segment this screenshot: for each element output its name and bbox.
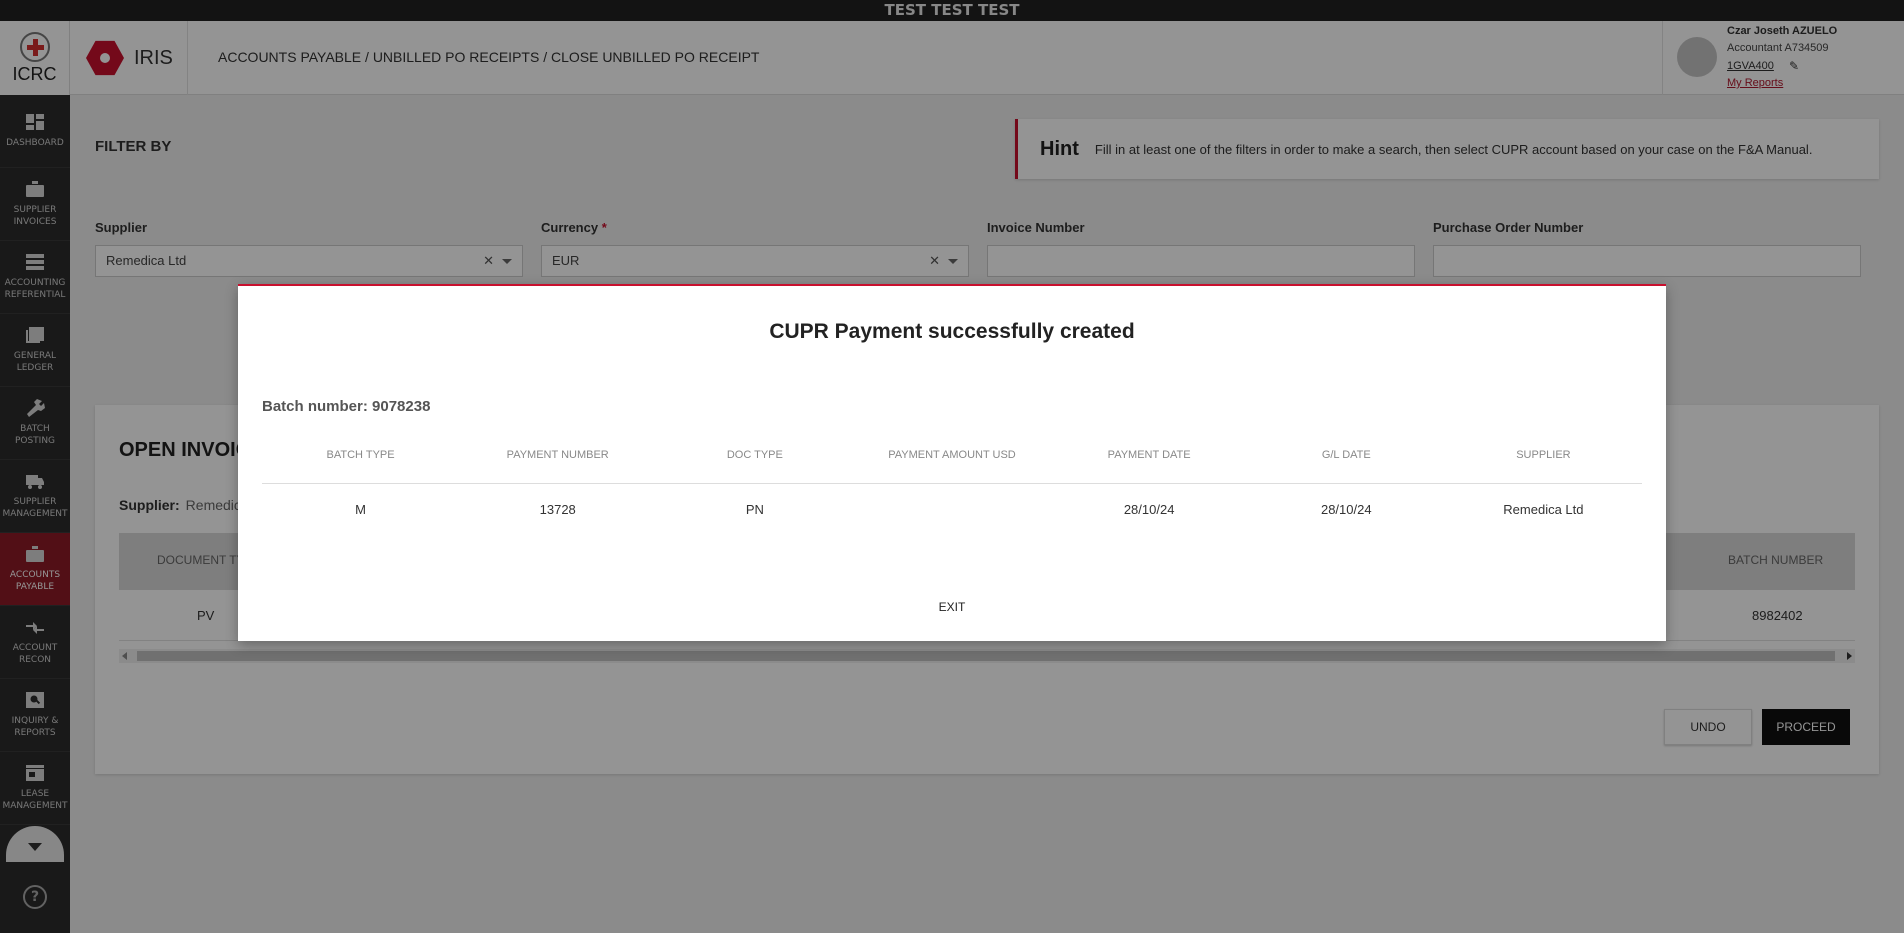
- table-row: M 13728 PN 28/10/24 28/10/24 Remedica Lt…: [262, 484, 1642, 536]
- cell-supplier: Remedica Ltd: [1503, 502, 1584, 517]
- payment-table: BATCH TYPE PAYMENT NUMBER DOC TYPE PAYME…: [262, 444, 1642, 536]
- column-header-batch-type: BATCH TYPE: [326, 449, 395, 461]
- cell-payment-date: 28/10/24: [1123, 502, 1175, 517]
- modal-title: CUPR Payment successfully created: [769, 320, 1135, 343]
- batch-number-text: Batch number: 9078238: [262, 398, 431, 415]
- column-header-payment-amount: PAYMENT AMOUNT USD: [888, 449, 1016, 461]
- payment-table-header: BATCH TYPE PAYMENT NUMBER DOC TYPE PAYME…: [262, 444, 1642, 484]
- cell-gl-date: 28/10/24: [1320, 502, 1372, 517]
- column-header-supplier: SUPPLIER: [1516, 449, 1571, 461]
- cell-payment-number: 13728: [539, 502, 576, 517]
- column-header-payment-date: PAYMENT DATE: [1107, 449, 1191, 461]
- column-header-payment-number: PAYMENT NUMBER: [506, 449, 609, 461]
- column-header-doc-type: DOC TYPE: [726, 449, 783, 461]
- column-header-gl-date: G/L DATE: [1321, 449, 1371, 461]
- cell-payment-amount: [853, 484, 1050, 536]
- cell-doc-type: PN: [745, 502, 764, 517]
- cell-batch-type: M: [355, 502, 366, 517]
- success-modal: CUPR Payment successfully created Batch …: [238, 284, 1666, 641]
- exit-button[interactable]: EXIT: [902, 594, 1002, 620]
